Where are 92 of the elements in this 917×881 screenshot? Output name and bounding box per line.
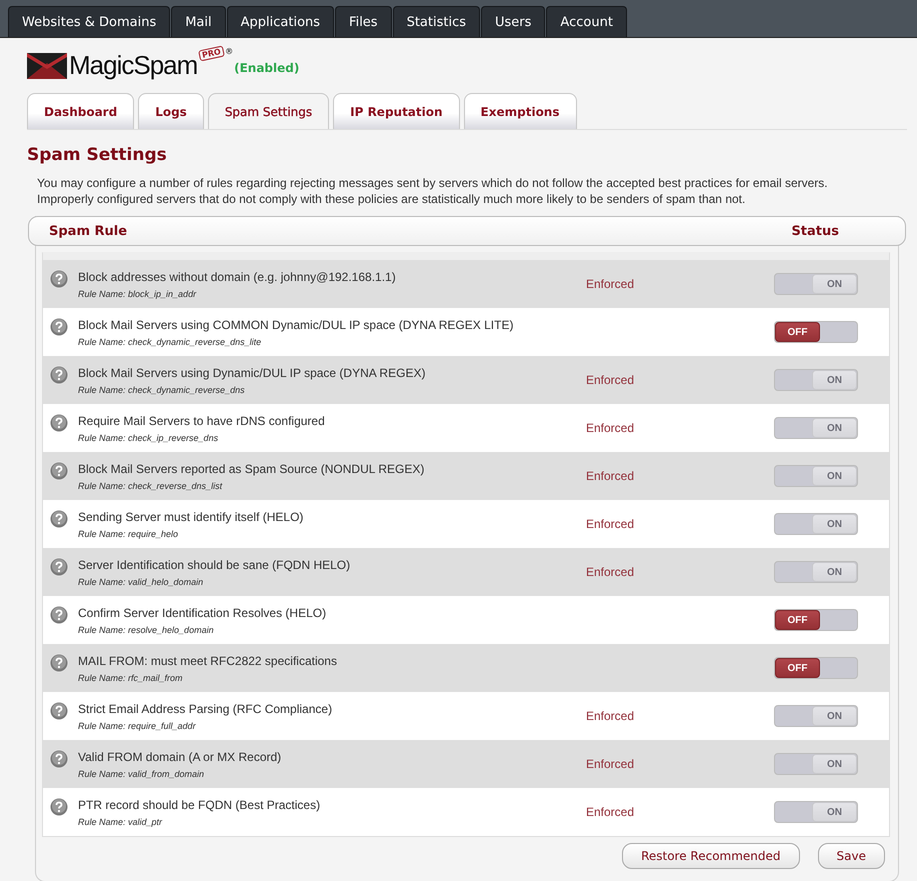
rule-title: Server Identification should be sane (FQDN HELO) — [78, 558, 352, 572]
tab[interactable]: Logs — [138, 93, 204, 129]
status-text: Enforced — [586, 277, 634, 291]
rule-title: Valid FROM domain (A or MX Record) — [78, 750, 282, 764]
help-icon[interactable] — [50, 750, 68, 768]
toggle-switch[interactable]: ON — [774, 513, 858, 535]
toggle-knob: ON — [812, 754, 857, 774]
rule-name: Rule Name: resolve_helo_domain — [78, 624, 215, 634]
help-icon[interactable] — [50, 462, 68, 480]
toggle-knob: ON — [812, 562, 857, 582]
help-icon[interactable] — [50, 270, 68, 288]
rule-name: Rule Name: valid_from_domain — [78, 768, 206, 778]
section-heading: Spam Settings — [27, 145, 168, 165]
rule-title: Strict Email Address Parsing (RFC Compliance) — [78, 702, 334, 716]
toggle-switch[interactable]: ON — [774, 273, 858, 295]
help-icon[interactable] — [50, 702, 68, 720]
nav-tab[interactable]: Websites & Domains — [8, 6, 170, 37]
rule-name: Rule Name: check_ip_reverse_dns — [78, 432, 220, 442]
toggle-switch[interactable]: OFF — [774, 609, 858, 631]
toggle-knob: ON — [812, 466, 857, 486]
nav-tab[interactable]: Applications — [226, 6, 334, 37]
description-text: You may configure a number of rules regarding rejecting messages sent by servers which do not follow the accepted best practices for email servers. Improperly configured servers that do not comply with these policies are statistically much more likely to be senders of spam than not. — [37, 175, 829, 207]
status-text: Enforced — [586, 757, 634, 771]
toggle-switch[interactable]: ON — [774, 705, 858, 727]
rule-title: MAIL FROM: must meet RFC2822 specifications — [78, 654, 338, 668]
toggle-knob: OFF — [775, 322, 820, 342]
toggle-switch[interactable]: ON — [774, 417, 858, 439]
toggle-knob: ON — [812, 274, 857, 294]
logo-text: MagicSpam — [69, 50, 198, 81]
rule-name: Rule Name: require_full_addr — [78, 720, 197, 730]
status-text: Enforced — [586, 517, 634, 531]
rule-title: Sending Server must identify itself (HELO) — [78, 510, 304, 524]
logo-icon — [27, 52, 67, 78]
rule-title: Block Mail Servers using Dynamic/DUL IP space (DYNA REGEX) — [78, 366, 426, 380]
toggle-knob: ON — [812, 418, 857, 438]
tab[interactable]: IP Reputation — [333, 93, 460, 129]
toggle-switch[interactable]: ON — [774, 465, 858, 487]
tab[interactable]: Exemptions — [464, 93, 576, 129]
help-icon[interactable] — [50, 606, 68, 624]
nav-tab[interactable]: Account — [546, 6, 627, 37]
status-text: Enforced — [586, 565, 634, 579]
rule-name: Rule Name: check_reverse_dns_list — [78, 480, 224, 490]
status-text: Enforced — [586, 805, 634, 819]
nav-tab[interactable]: Users — [481, 6, 546, 37]
toggle-knob: ON — [812, 514, 857, 534]
status-text: Enforced — [586, 709, 634, 723]
help-icon[interactable] — [50, 798, 68, 816]
rule-title: Block Mail Servers using COMMON Dynamic/DUL IP space (DYNA REGEX LITE) — [78, 318, 514, 332]
help-icon[interactable] — [50, 558, 68, 576]
help-icon[interactable] — [50, 654, 68, 672]
rule-name: Rule Name: check_dynamic_reverse_dns_lite — [78, 336, 262, 346]
nav-tab[interactable]: Files — [335, 6, 392, 37]
help-icon[interactable] — [50, 510, 68, 528]
save-button[interactable]: Save — [818, 843, 885, 869]
toggle-switch[interactable]: ON — [774, 801, 858, 823]
toggle-knob: OFF — [775, 610, 820, 630]
nav-tab[interactable]: Statistics — [392, 6, 480, 37]
status-text: Enforced — [586, 373, 634, 387]
help-icon[interactable] — [50, 414, 68, 432]
rule-title: Confirm Server Identification Resolves (HELO) — [78, 606, 328, 620]
status-label: (Enabled) — [234, 60, 300, 74]
nav-tab[interactable]: Mail — [171, 6, 226, 37]
toggle-switch[interactable]: ON — [774, 753, 858, 775]
help-icon[interactable] — [50, 318, 68, 336]
help-icon[interactable] — [50, 366, 68, 384]
restore-button[interactable]: Restore Recommended — [622, 843, 800, 869]
rule-name: Rule Name: check_dynamic_reverse_dns — [78, 384, 246, 394]
registered-mark: ® — [225, 47, 234, 56]
rule-title: Block Mail Servers reported as Spam Source (NONDUL REGEX) — [78, 462, 426, 476]
toggle-switch[interactable]: OFF — [774, 657, 858, 679]
rule-name: Rule Name: block_ip_in_addr — [78, 288, 198, 298]
rule-name: Rule Name: require_helo — [78, 528, 180, 538]
column-header: Spam Rule — [49, 224, 128, 238]
rule-name: Rule Name: valid_helo_domain — [78, 576, 204, 586]
column-header: Status — [791, 224, 839, 238]
pro-badge: PRO — [198, 46, 225, 62]
rule-name: Rule Name: rfc_mail_from — [78, 672, 184, 682]
toggle-knob: ON — [812, 802, 857, 822]
status-text: Enforced — [586, 421, 634, 435]
toggle-switch[interactable]: ON — [774, 369, 858, 391]
status-text: Enforced — [586, 469, 634, 483]
tab[interactable]: Dashboard — [27, 93, 134, 129]
tab[interactable]: Spam Settings — [208, 93, 330, 129]
toggle-knob: OFF — [775, 658, 820, 678]
rule-title: Require Mail Servers to have rDNS configured — [78, 414, 326, 428]
rule-title: Block addresses without domain (e.g. johnny@192.168.1.1) — [78, 270, 397, 284]
toggle-switch[interactable]: ON — [774, 561, 858, 583]
toggle-knob: ON — [812, 370, 857, 390]
rule-title: PTR record should be FQDN (Best Practices) — [78, 798, 322, 812]
toggle-knob: ON — [812, 706, 857, 726]
rule-name: Rule Name: valid_ptr — [78, 816, 164, 826]
toggle-switch[interactable]: OFF — [774, 321, 858, 343]
